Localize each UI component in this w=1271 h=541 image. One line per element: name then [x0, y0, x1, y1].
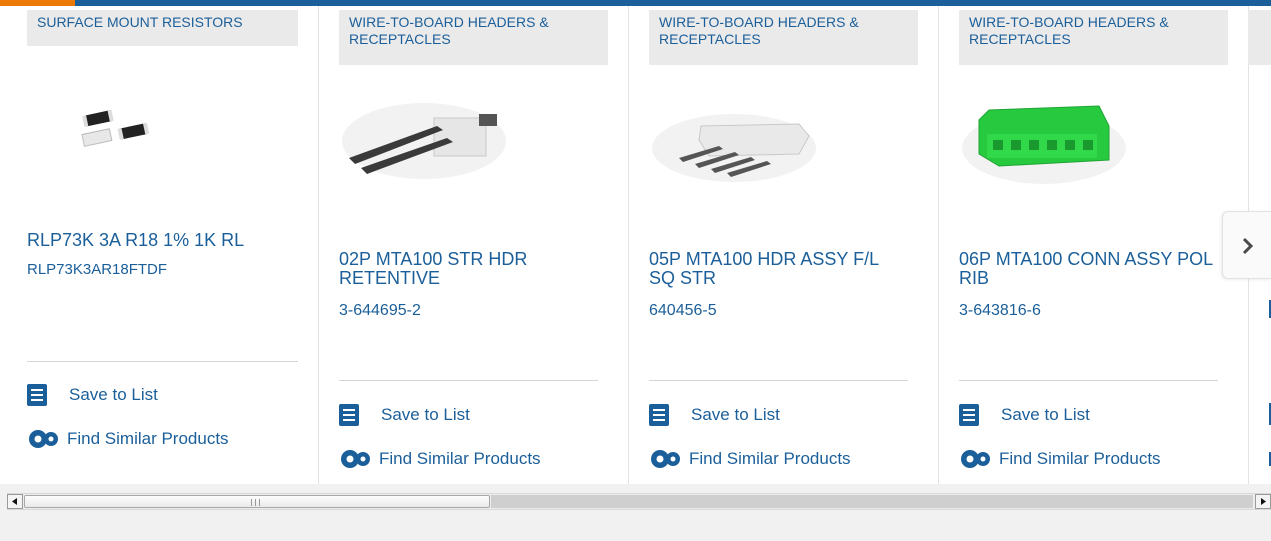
- product-name-link[interactable]: RLP73K 3A R18 1% 1K RL: [27, 231, 287, 250]
- triangle-right-icon: [1261, 498, 1266, 505]
- find-similar-button[interactable]: Find Similar Products: [27, 428, 229, 450]
- product-name-link[interactable]: 06P MTA100 CONN ASSY POL RIB: [959, 250, 1219, 288]
- find-similar-label: Find Similar Products: [379, 449, 541, 468]
- gears-icon: [341, 450, 370, 468]
- save-to-list-button[interactable]: Save to List: [339, 404, 470, 426]
- product-category-partial: [1248, 10, 1271, 65]
- card-separator: [649, 380, 908, 381]
- scroll-left-button[interactable]: [7, 494, 23, 509]
- horizontal-scrollbar[interactable]: [7, 493, 1271, 510]
- gears-icon: [651, 450, 680, 468]
- part-number-link[interactable]: 3-643816-6: [959, 302, 1041, 320]
- part-number-link[interactable]: RLP73K3AR18FTDF: [27, 261, 167, 279]
- checklist-icon: [959, 404, 979, 426]
- save-to-list-label: Save to List: [691, 405, 780, 424]
- card-separator: [27, 361, 298, 362]
- product-card: SURFACE MOUNT RESISTORS RLP73K 3A R18 1%…: [0, 6, 310, 484]
- product-card: WIRE-TO-BOARD HEADERS & RECEPTACLES 05P …: [628, 6, 938, 484]
- part-number-link[interactable]: 3-644695-2: [339, 302, 421, 320]
- scrollbar-thumb[interactable]: [24, 495, 490, 508]
- card-separator: [959, 380, 1218, 381]
- save-to-list-label: Save to List: [1001, 405, 1090, 424]
- card-separator: [339, 380, 598, 381]
- product-name-link[interactable]: 05P MTA100 HDR ASSY F/L SQ STR: [649, 250, 909, 288]
- save-to-list-label: Save to List: [381, 405, 470, 424]
- product-category[interactable]: SURFACE MOUNT RESISTORS: [27, 10, 298, 46]
- product-category[interactable]: WIRE-TO-BOARD HEADERS & RECEPTACLES: [339, 10, 608, 65]
- product-image-header[interactable]: [649, 106, 819, 186]
- product-carousel: SURFACE MOUNT RESISTORS RLP73K 3A R18 1%…: [0, 0, 1271, 484]
- checklist-icon: [339, 404, 359, 426]
- gears-icon: [961, 450, 990, 468]
- find-similar-label: Find Similar Products: [67, 429, 229, 448]
- save-to-list-label: Save to List: [69, 385, 158, 404]
- product-name-link[interactable]: 02P MTA100 STR HDR RETENTIVE: [339, 250, 599, 288]
- scroll-right-button[interactable]: [1255, 494, 1271, 509]
- chevron-right-icon: [1242, 237, 1254, 255]
- find-similar-button[interactable]: Find Similar Products: [959, 448, 1161, 470]
- checklist-icon: [27, 384, 47, 406]
- find-similar-button[interactable]: Find Similar Products: [649, 448, 851, 470]
- scrollbar-track[interactable]: [491, 495, 1253, 508]
- scrollbar-grip: [251, 499, 260, 506]
- save-to-list-button[interactable]: Save to List: [959, 404, 1090, 426]
- find-similar-label: Find Similar Products: [999, 449, 1161, 468]
- product-card: WIRE-TO-BOARD HEADERS & RECEPTACLES 06P …: [938, 6, 1248, 484]
- product-category[interactable]: WIRE-TO-BOARD HEADERS & RECEPTACLES: [959, 10, 1228, 65]
- save-to-list-button[interactable]: Save to List: [649, 404, 780, 426]
- product-image-connector[interactable]: [959, 96, 1129, 191]
- triangle-left-icon: [12, 498, 17, 505]
- part-number-link[interactable]: 640456-5: [649, 302, 717, 320]
- product-category[interactable]: WIRE-TO-BOARD HEADERS & RECEPTACLES: [649, 10, 918, 65]
- save-to-list-button[interactable]: Save to List: [27, 384, 158, 406]
- find-similar-button[interactable]: Find Similar Products: [339, 448, 541, 470]
- product-image-header[interactable]: [339, 96, 509, 181]
- find-similar-label: Find Similar Products: [689, 449, 851, 468]
- product-image-resistors[interactable]: [78, 101, 158, 161]
- gears-icon: [29, 430, 58, 448]
- checklist-icon: [649, 404, 669, 426]
- product-card: WIRE-TO-BOARD HEADERS & RECEPTACLES 02P …: [318, 6, 628, 484]
- carousel-next-button[interactable]: [1222, 211, 1271, 279]
